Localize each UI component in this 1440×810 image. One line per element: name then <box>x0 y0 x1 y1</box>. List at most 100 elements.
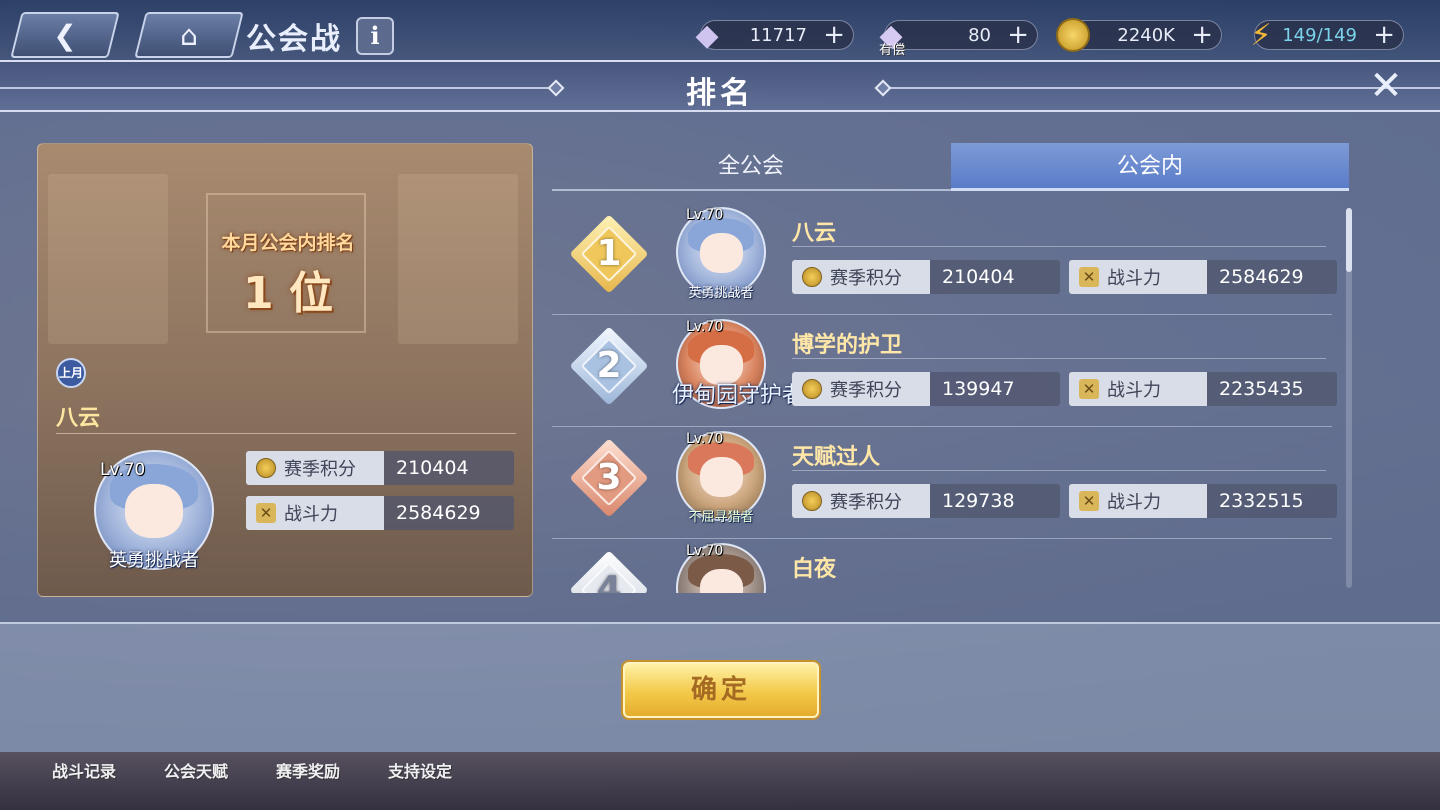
row-divider <box>552 314 1332 315</box>
nav-season-reward[interactable]: 赛季奖励 <box>276 758 340 782</box>
power-label: 战斗力 <box>1107 492 1161 513</box>
level-label: Lv.70 <box>686 319 724 335</box>
avatar-face <box>125 484 183 538</box>
page-title: 公会战 <box>246 22 342 57</box>
coin-stack-icon <box>256 458 276 478</box>
my-name: 八云 <box>56 406 101 431</box>
resource-gold: 2240K + <box>1056 18 1222 52</box>
power-label-box: ✕ 战斗力 <box>246 496 384 530</box>
power-value: 2332515 <box>1207 484 1337 518</box>
row-divider <box>552 426 1332 427</box>
list-scrollbar[interactable] <box>1346 208 1352 588</box>
crossed-swords-icon: ✕ <box>1079 267 1099 287</box>
power-stat: ✕ 战斗力 2332515 <box>1069 484 1337 518</box>
avatar-face <box>699 233 743 273</box>
my-score-stat: 赛季积分 210404 <box>246 451 514 485</box>
crystal-icon: ◆ <box>695 17 719 53</box>
avatar-face <box>699 457 743 497</box>
last-month-badge: 上月 <box>56 358 86 388</box>
add-stamina-button[interactable]: + <box>1373 22 1395 48</box>
power-stat: ✕ 战斗力 2235435 <box>1069 372 1337 406</box>
paid-label: 有偿 <box>879 43 906 58</box>
back-button[interactable]: ❮ <box>10 12 120 58</box>
divider <box>792 470 1326 471</box>
modal-header: 排名 ✕ <box>0 60 1440 112</box>
resource-paid-crystal: ◆ 有偿 80 + <box>879 18 1038 58</box>
score-stat: 赛季积分 139947 <box>792 372 1060 406</box>
coin-stack-icon <box>802 491 822 511</box>
avatar-title: 英勇挑战者 <box>109 550 199 571</box>
ranking-list[interactable]: 1 Lv.70 英勇挑战者 八云 赛季积分 210404 ✕ 战斗力 2584629 … <box>552 205 1342 593</box>
rank-label: 本月公会内排名 <box>221 232 355 254</box>
gold-count: 2240K <box>1117 25 1175 46</box>
stamina-bolt-icon: ⚡ <box>1250 17 1272 53</box>
power-value: 2235435 <box>1207 372 1337 406</box>
rank-medal-gold: 1 <box>569 214 649 294</box>
level-label: Lv.70 <box>686 207 724 223</box>
scroll-thumb[interactable] <box>1346 208 1352 272</box>
tab-all-guilds[interactable]: 全公会 <box>552 143 950 191</box>
player-avatar[interactable]: Lv.70 英勇挑战者 <box>676 207 766 301</box>
score-value: 210404 <box>384 451 514 485</box>
divider <box>792 246 1326 247</box>
header-line-right <box>890 87 1440 89</box>
close-button[interactable]: ✕ <box>1366 66 1406 106</box>
ranking-row[interactable]: 1 Lv.70 英勇挑战者 八云 赛季积分 210404 ✕ 战斗力 2584629 <box>552 205 1342 315</box>
resource-stamina: ⚡ 149/149 + <box>1250 18 1404 53</box>
rank-number: 2 <box>596 345 622 386</box>
power-label: 战斗力 <box>284 504 338 525</box>
divider <box>792 358 1326 359</box>
add-paid-crystal-button[interactable]: + <box>1007 22 1029 48</box>
crystal-count: 11717 <box>749 25 807 46</box>
player-name: 天赋过人 <box>792 445 881 470</box>
modal-title: 排名 <box>686 76 754 111</box>
stamina-count: 149/149 <box>1282 25 1357 46</box>
player-avatar[interactable]: Lv.70 <box>676 543 766 593</box>
my-rank-card: 本月公会内排名 1 位 上月 八云 Lv.70 英勇挑战者 赛季积分 21040… <box>37 143 533 597</box>
info-button[interactable]: i <box>356 17 394 55</box>
power-value: 2584629 <box>384 496 514 530</box>
nav-battle-record[interactable]: 战斗记录 <box>52 758 116 782</box>
level-label: Lv.70 <box>686 543 724 559</box>
score-label: 赛季积分 <box>830 492 902 513</box>
avatar-title: 伊甸园守护者 <box>672 383 805 408</box>
rank-number: 1 <box>596 233 622 274</box>
player-name: 白夜 <box>792 557 837 582</box>
coin-stack-icon <box>802 267 822 287</box>
crossed-swords-icon: ✕ <box>256 503 276 523</box>
my-power-stat: ✕ 战斗力 2584629 <box>246 496 514 530</box>
tab-in-guild[interactable]: 公会内 <box>951 143 1349 191</box>
power-label: 战斗力 <box>1107 380 1161 401</box>
row-divider <box>552 538 1332 539</box>
level-label: Lv.70 <box>100 460 146 480</box>
level-label: Lv.70 <box>686 431 724 447</box>
nav-support-settings[interactable]: 支持设定 <box>388 758 452 782</box>
player-avatar[interactable]: Lv.70 不屈寻猎者 <box>676 431 766 525</box>
avatar-title: 英勇挑战者 <box>688 286 754 301</box>
score-label-box: 赛季积分 <box>246 451 384 485</box>
card-bg-shelf <box>48 174 168 344</box>
coin-stack-icon <box>802 379 822 399</box>
player-avatar[interactable]: Lv.70 伊甸园守护者 <box>672 319 804 409</box>
rank-medal-bronze: 3 <box>569 438 649 518</box>
score-value: 129738 <box>930 484 1060 518</box>
ranking-row[interactable]: 4 Lv.70 白夜 <box>552 541 1342 593</box>
ranking-row[interactable]: 3 Lv.70 不屈寻猎者 天赋过人 赛季积分 129738 ✕ 战斗力 233251… <box>552 429 1342 539</box>
gold-coin-icon <box>1053 13 1093 57</box>
home-button[interactable]: ⌂ <box>134 12 244 58</box>
card-bg-shelf <box>398 174 518 344</box>
rank-medal-white: 4 <box>569 550 649 593</box>
confirm-button[interactable]: 确定 <box>623 662 819 718</box>
nav-guild-talent[interactable]: 公会天赋 <box>164 758 228 782</box>
player-name: 八云 <box>792 221 837 246</box>
avatar-title: 不屈寻猎者 <box>688 510 754 525</box>
add-crystal-button[interactable]: + <box>823 22 845 48</box>
resource-crystal: ◆ 11717 + <box>695 18 854 53</box>
my-avatar[interactable]: Lv.70 英勇挑战者 <box>94 450 214 571</box>
add-gold-button[interactable]: + <box>1191 22 1213 48</box>
rank-number: 3 <box>596 457 622 498</box>
rank-value: 1 位 <box>243 268 333 319</box>
home-icon: ⌂ <box>180 18 198 52</box>
ranking-row[interactable]: 2 Lv.70 伊甸园守护者 博学的护卫 赛季积分 139947 ✕ 战斗力 2235… <box>552 317 1342 427</box>
back-arrow-icon: ❮ <box>53 18 77 52</box>
